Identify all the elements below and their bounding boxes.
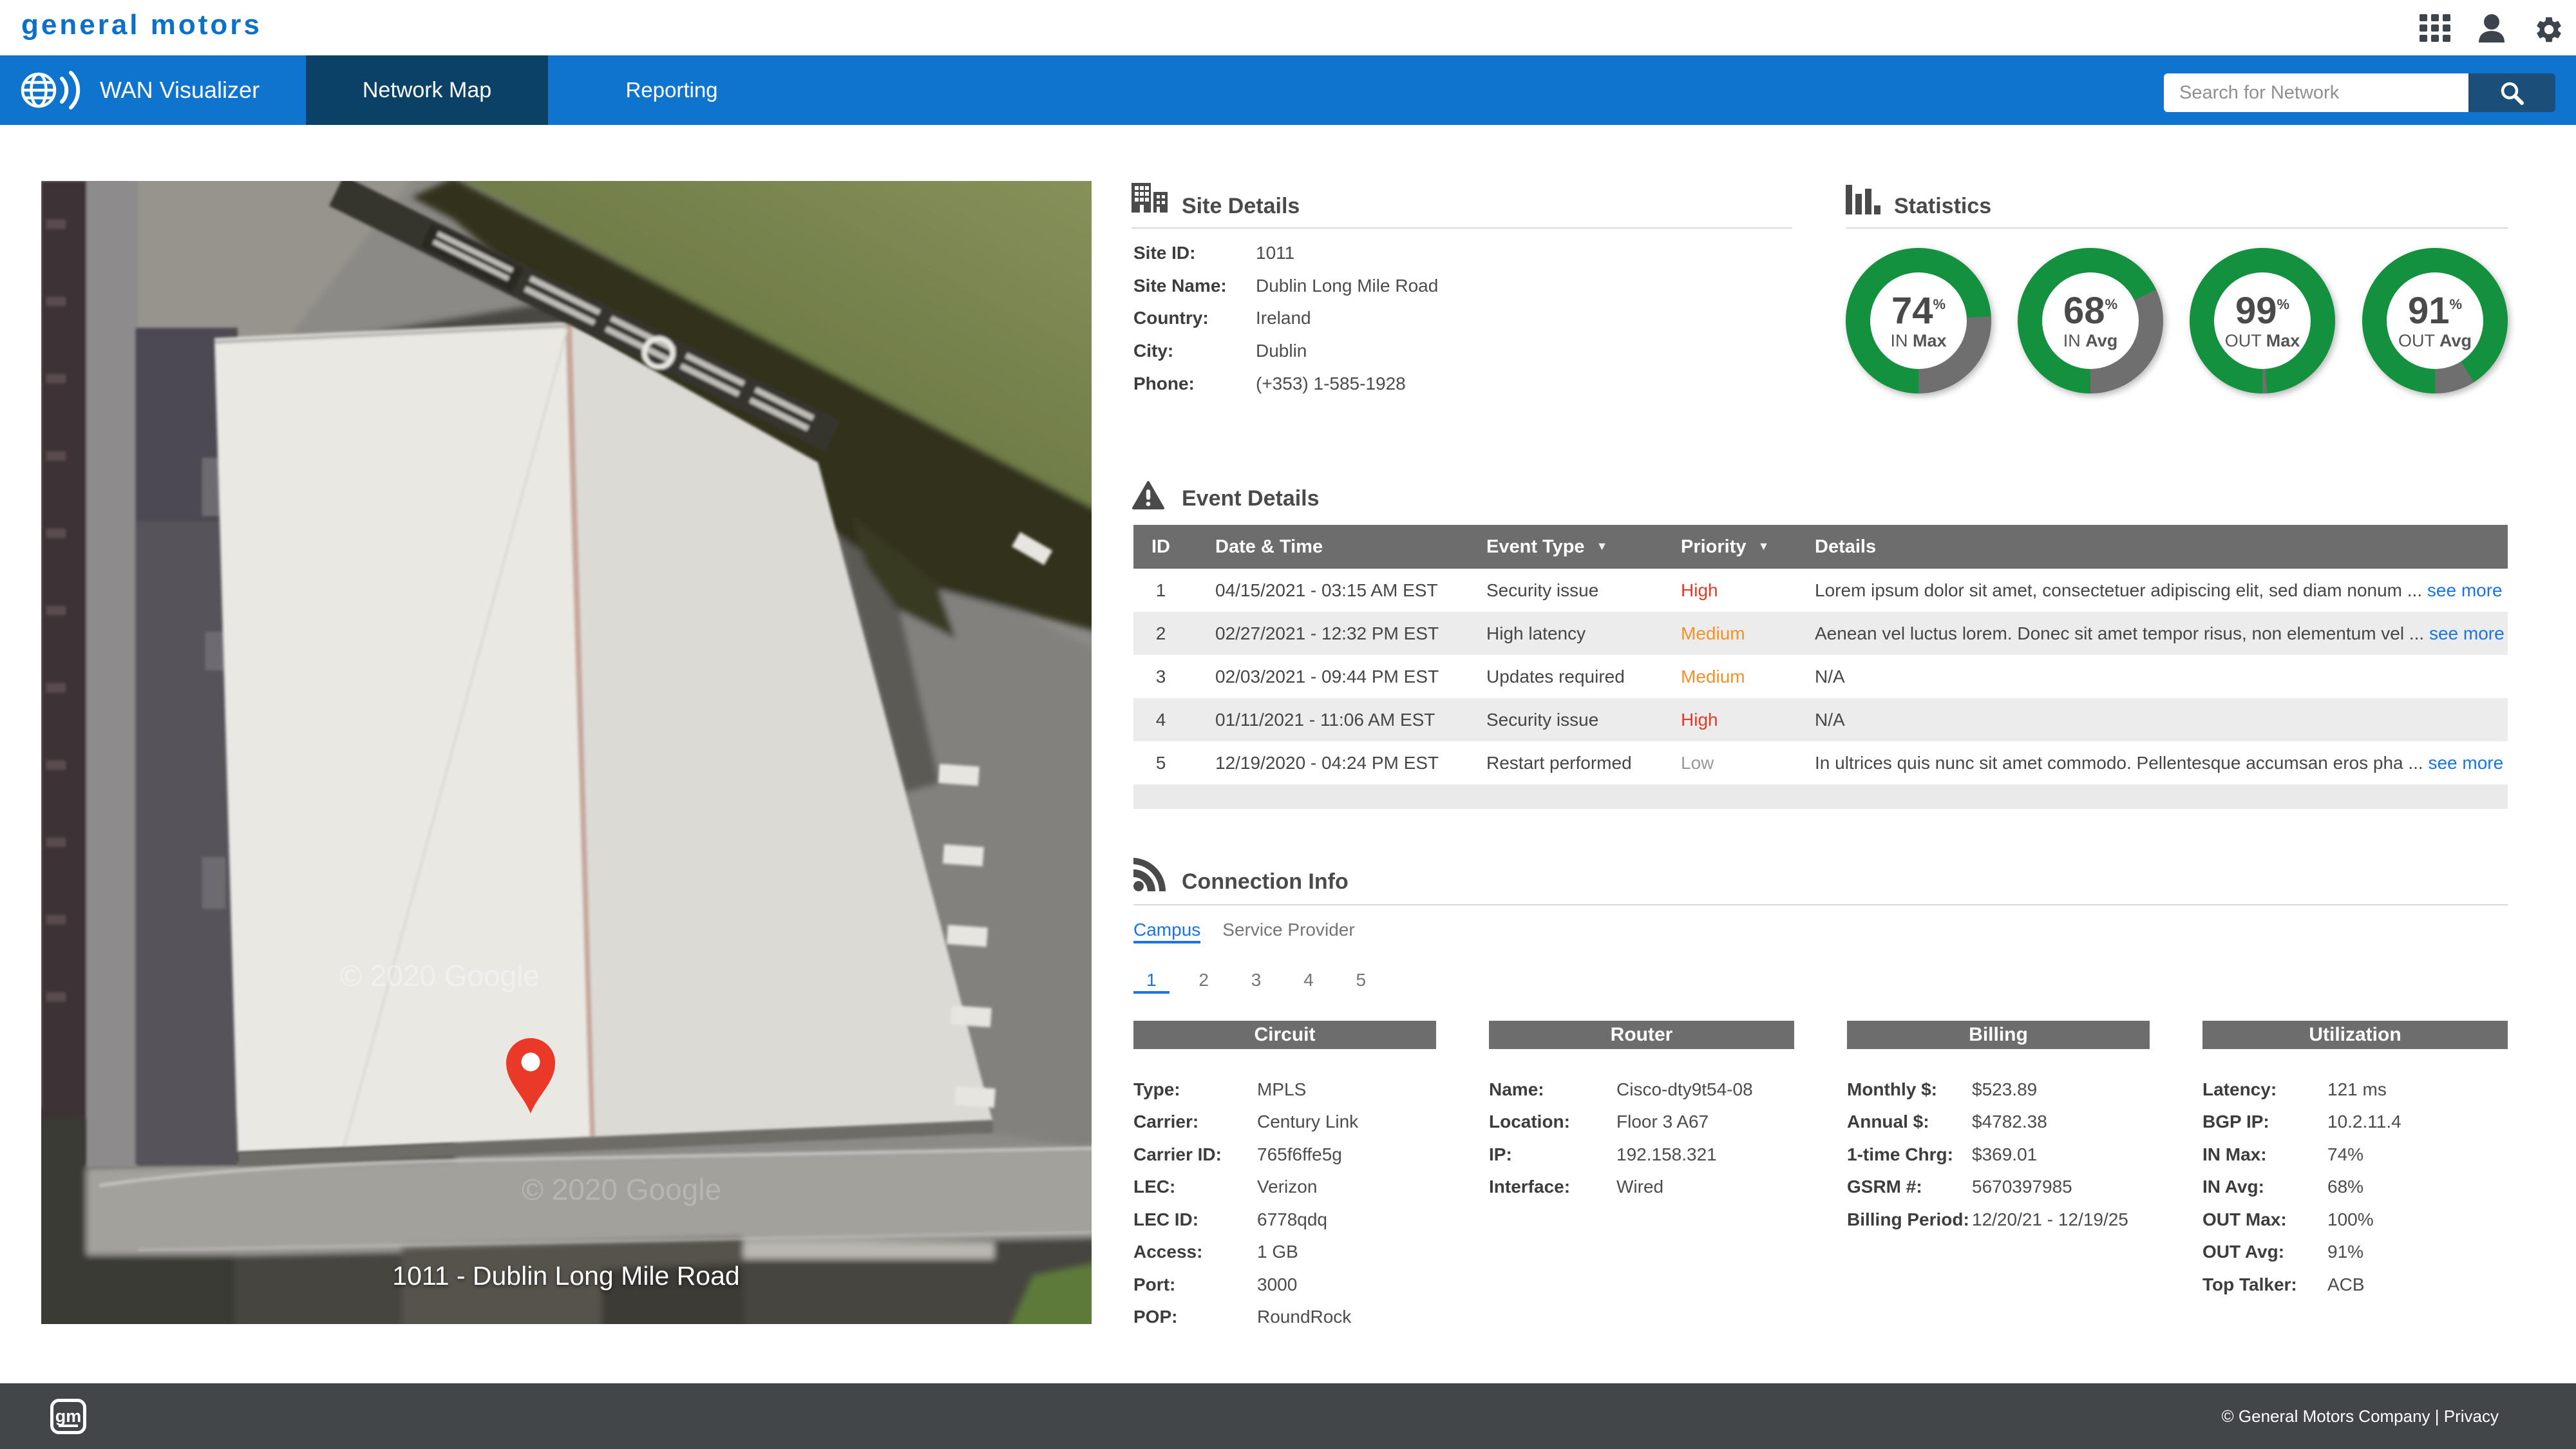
svg-text:© 2020 Google: © 2020 Google [340,959,540,992]
svg-text:gm: gm [55,1406,82,1426]
svg-text:1011 - Dublin Long Mile Road: 1011 - Dublin Long Mile Road [392,1261,739,1291]
svg-text:© 2020 Google: © 2020 Google [522,1173,721,1206]
